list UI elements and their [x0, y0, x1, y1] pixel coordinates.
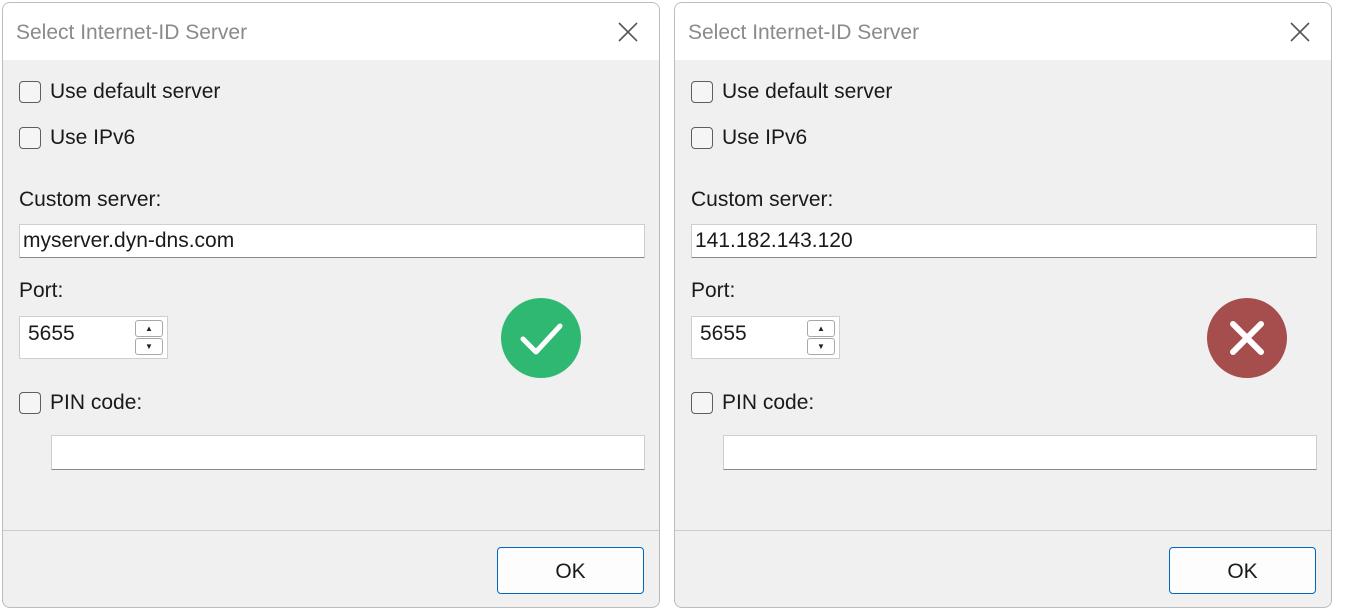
- pin-code-input[interactable]: [723, 435, 1317, 470]
- select-server-dialog-invalid: Select Internet-ID Server Use default se…: [674, 2, 1332, 608]
- use-default-server-label: Use default server: [50, 80, 221, 103]
- use-ipv6-checkbox[interactable]: Use IPv6: [19, 124, 135, 152]
- port-increment-button[interactable]: ▲: [807, 320, 835, 337]
- custom-server-label: Custom server:: [691, 188, 834, 211]
- port-stepper[interactable]: 5655 ▲ ▼: [19, 316, 168, 359]
- close-icon[interactable]: [615, 19, 641, 45]
- ok-button[interactable]: OK: [497, 547, 644, 594]
- checkbox-box[interactable]: [19, 81, 41, 103]
- port-label: Port:: [691, 279, 736, 302]
- checkbox-box[interactable]: [19, 127, 41, 149]
- dialog-title: Select Internet-ID Server: [16, 21, 248, 44]
- port-increment-button[interactable]: ▲: [135, 320, 163, 337]
- use-ipv6-label: Use IPv6: [50, 126, 136, 149]
- ok-button[interactable]: OK: [1169, 547, 1316, 594]
- check-circle-icon: [501, 298, 581, 378]
- custom-server-label: Custom server:: [19, 188, 162, 211]
- error-circle-icon: [1207, 298, 1287, 378]
- dialog-title: Select Internet-ID Server: [688, 21, 920, 44]
- pin-code-input[interactable]: [51, 435, 645, 470]
- use-default-server-checkbox[interactable]: Use default server: [19, 78, 220, 106]
- title-bar: Select Internet-ID Server: [3, 3, 659, 60]
- footer-divider: [3, 530, 659, 531]
- use-default-server-label: Use default server: [722, 80, 893, 103]
- close-icon[interactable]: [1287, 19, 1313, 45]
- pin-code-label: PIN code:: [722, 391, 815, 414]
- custom-server-input[interactable]: myserver.dyn-dns.com: [19, 224, 645, 258]
- custom-server-input[interactable]: 141.182.143.120: [691, 224, 1317, 258]
- use-ipv6-checkbox[interactable]: Use IPv6: [691, 124, 807, 152]
- checkbox-box[interactable]: [691, 392, 713, 414]
- port-decrement-button[interactable]: ▼: [807, 338, 835, 355]
- pin-code-label: PIN code:: [50, 391, 143, 414]
- pin-code-checkbox[interactable]: PIN code:: [19, 389, 142, 417]
- checkbox-box[interactable]: [19, 392, 41, 414]
- port-value[interactable]: 5655: [28, 322, 75, 346]
- select-server-dialog-valid: Select Internet-ID Server Use default se…: [2, 2, 660, 608]
- use-ipv6-label: Use IPv6: [722, 126, 808, 149]
- use-default-server-checkbox[interactable]: Use default server: [691, 78, 892, 106]
- port-decrement-button[interactable]: ▼: [135, 338, 163, 355]
- port-label: Port:: [19, 279, 64, 302]
- checkbox-box[interactable]: [691, 127, 713, 149]
- pin-code-checkbox[interactable]: PIN code:: [691, 389, 814, 417]
- title-bar: Select Internet-ID Server: [675, 3, 1331, 60]
- port-stepper[interactable]: 5655 ▲ ▼: [691, 316, 840, 359]
- port-value[interactable]: 5655: [700, 322, 747, 346]
- checkbox-box[interactable]: [691, 81, 713, 103]
- footer-divider: [675, 530, 1331, 531]
